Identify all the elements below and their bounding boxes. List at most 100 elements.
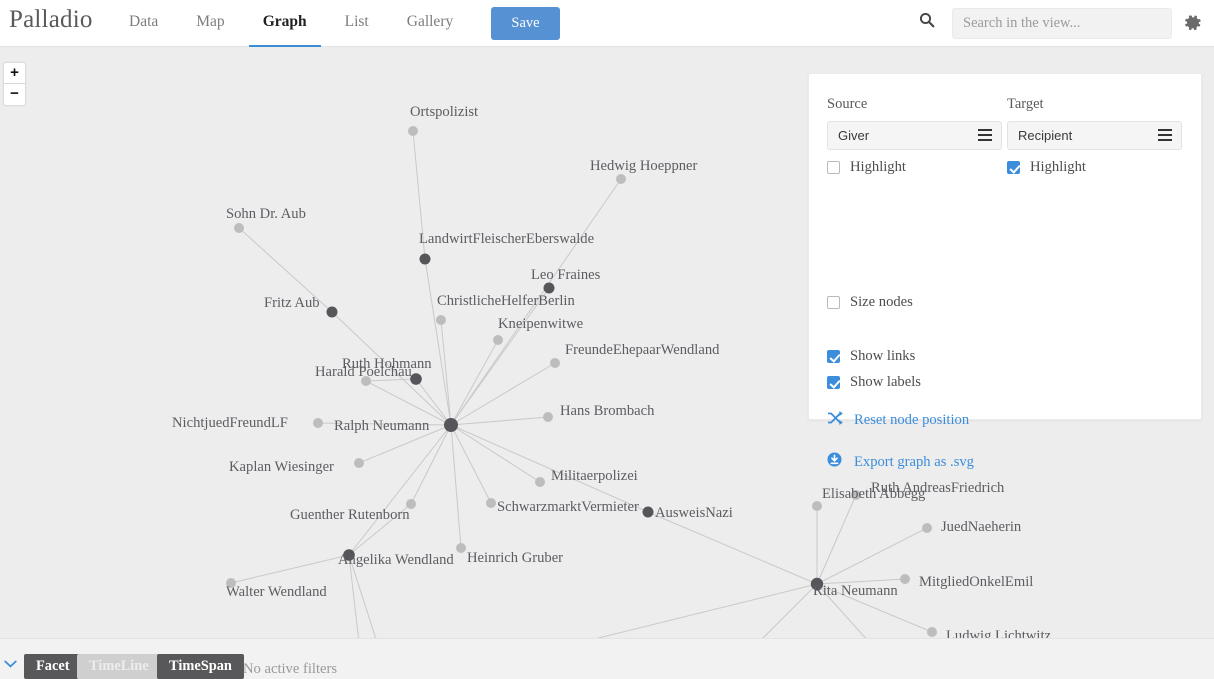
graph-node[interactable] — [544, 283, 555, 294]
graph-link — [451, 417, 548, 425]
graph-link — [451, 425, 540, 482]
graph-link — [817, 584, 870, 638]
show-links-label: Show links — [850, 348, 915, 365]
graph-node[interactable] — [643, 507, 654, 518]
hamburger-icon — [1158, 129, 1172, 144]
facet-tab[interactable]: Facet — [24, 654, 82, 679]
graph-link — [817, 584, 932, 632]
graph-node[interactable] — [436, 315, 446, 325]
graph-node[interactable] — [406, 499, 416, 509]
save-button[interactable]: Save — [491, 7, 560, 40]
target-column: Target Recipient Highlight — [1007, 96, 1182, 176]
graph-node[interactable] — [354, 458, 364, 468]
tab-list[interactable]: List — [328, 0, 386, 47]
target-highlight-label: Highlight — [1030, 159, 1086, 176]
graph-link — [392, 584, 817, 638]
graph-link — [366, 379, 416, 381]
graph-node[interactable] — [420, 254, 431, 265]
graph-node[interactable] — [550, 358, 560, 368]
graph-link — [411, 425, 451, 504]
graph-node[interactable] — [812, 501, 822, 511]
graph-link — [318, 423, 451, 425]
hamburger-icon — [978, 129, 992, 144]
source-highlight-checkbox[interactable] — [827, 161, 840, 174]
graph-node[interactable] — [493, 335, 503, 345]
target-highlight-checkbox[interactable] — [1007, 161, 1020, 174]
graph-node[interactable] — [410, 373, 422, 385]
show-links-checkbox[interactable] — [827, 350, 840, 363]
source-column: Source Giver Highlight — [827, 96, 1002, 176]
app-header: Palladio Data Map Graph List Gallery Sav… — [0, 0, 1214, 47]
tab-map[interactable]: Map — [179, 0, 241, 47]
zoom-controls[interactable]: + − — [4, 63, 25, 105]
graph-node[interactable] — [444, 418, 458, 432]
tab-gallery[interactable]: Gallery — [390, 0, 470, 47]
graph-node[interactable] — [811, 578, 823, 590]
graph-link — [817, 495, 856, 584]
download-circle-icon — [827, 452, 843, 472]
reset-node-position-button[interactable]: Reset node position — [827, 411, 969, 430]
search-input[interactable] — [952, 8, 1172, 39]
graph-node[interactable] — [234, 223, 244, 233]
timespan-tab[interactable]: TimeSpan — [157, 654, 244, 679]
graph-link — [451, 425, 461, 548]
source-highlight-row[interactable]: Highlight — [827, 159, 1002, 176]
target-dimension-select[interactable]: Recipient — [1007, 121, 1182, 150]
graph-node[interactable] — [343, 549, 355, 561]
graph-node[interactable] — [927, 627, 937, 637]
graph-node[interactable] — [543, 412, 553, 422]
graph-link — [349, 555, 362, 638]
graph-node[interactable] — [486, 498, 496, 508]
reset-node-position-label: Reset node position — [854, 412, 969, 429]
graph-link — [239, 228, 332, 312]
show-labels-label: Show labels — [850, 374, 921, 391]
graph-link — [451, 340, 498, 425]
graph-link — [817, 528, 927, 584]
export-svg-button[interactable]: Export graph as .svg — [827, 452, 974, 472]
export-svg-label: Export graph as .svg — [854, 454, 974, 471]
graph-node[interactable] — [361, 376, 371, 386]
graph-node[interactable] — [327, 307, 338, 318]
target-dimension-value: Recipient — [1018, 128, 1072, 143]
show-labels-row[interactable]: Show labels — [827, 374, 921, 391]
graph-node[interactable] — [922, 523, 932, 533]
graph-link — [451, 179, 621, 425]
timeline-tab[interactable]: TimeLine — [77, 654, 161, 679]
graph-link — [451, 425, 648, 512]
gear-icon[interactable] — [1183, 13, 1203, 33]
graph-link — [817, 579, 905, 584]
target-header: Target — [1007, 96, 1182, 113]
graph-node[interactable] — [900, 574, 910, 584]
target-highlight-row[interactable]: Highlight — [1007, 159, 1182, 176]
show-labels-checkbox[interactable] — [827, 376, 840, 389]
size-nodes-checkbox[interactable] — [827, 296, 840, 309]
zoom-out-button[interactable]: − — [4, 84, 25, 105]
graph-node[interactable] — [851, 490, 861, 500]
chevron-down-icon[interactable] — [4, 655, 17, 663]
graph-link — [757, 584, 817, 638]
graph-node[interactable] — [616, 174, 626, 184]
source-highlight-label: Highlight — [850, 159, 906, 176]
graph-link — [332, 312, 451, 425]
show-links-row[interactable]: Show links — [827, 348, 915, 365]
graph-link — [413, 131, 425, 259]
tab-data[interactable]: Data — [112, 0, 175, 47]
graph-node[interactable] — [313, 418, 323, 428]
graph-link — [451, 425, 491, 503]
tab-graph[interactable]: Graph — [246, 0, 324, 47]
graph-node[interactable] — [456, 543, 466, 553]
search-icon — [919, 12, 935, 28]
zoom-in-button[interactable]: + — [4, 63, 25, 84]
shuffle-icon — [827, 411, 843, 430]
source-dimension-select[interactable]: Giver — [827, 121, 1002, 150]
main-nav: Data Map Graph List Gallery — [112, 0, 470, 47]
source-header: Source — [827, 96, 1002, 113]
graph-node[interactable] — [408, 126, 418, 136]
size-nodes-row[interactable]: Size nodes — [827, 294, 913, 311]
graph-link — [416, 379, 451, 425]
graph-link — [349, 555, 392, 638]
graph-link — [425, 259, 451, 425]
app-brand: Palladio — [9, 6, 93, 34]
graph-node[interactable] — [535, 477, 545, 487]
graph-node[interactable] — [226, 578, 236, 588]
